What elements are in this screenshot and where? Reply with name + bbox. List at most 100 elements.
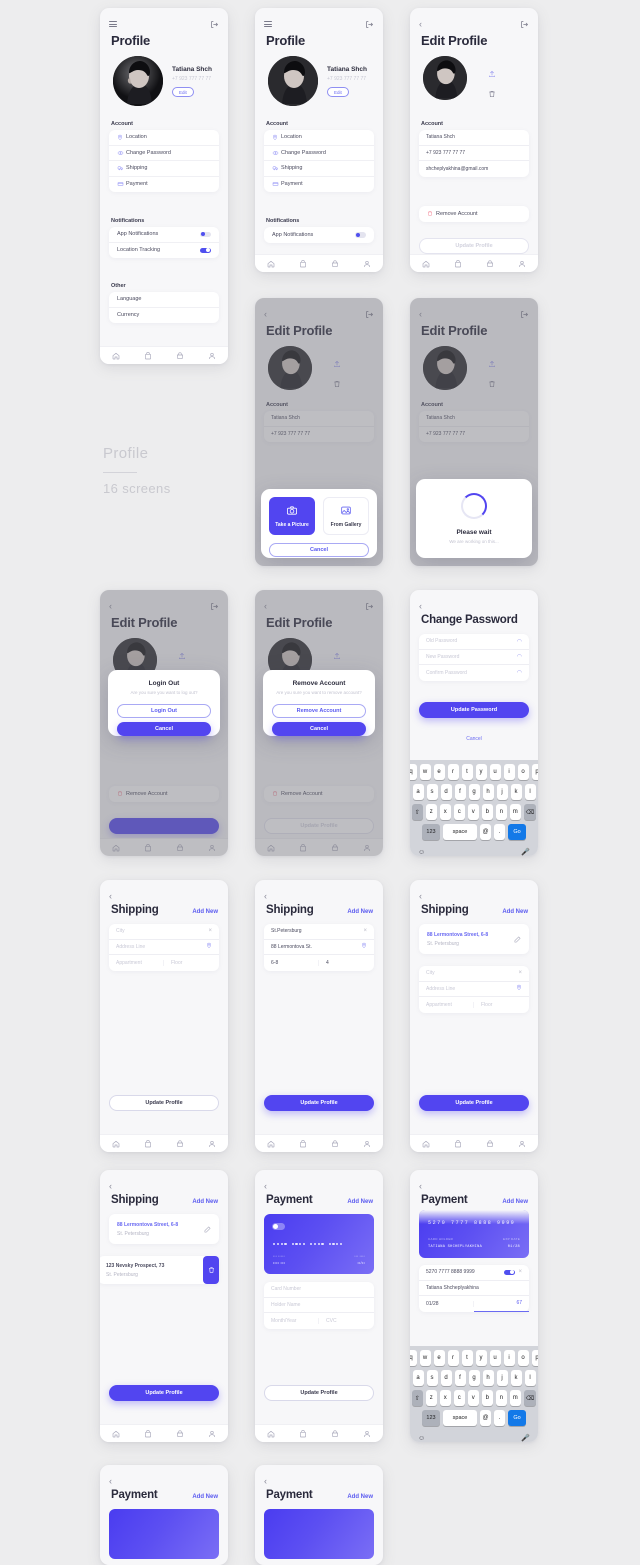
nav-basket-icon[interactable]: [331, 259, 339, 268]
nav-person-icon[interactable]: [363, 1140, 371, 1148]
key-q[interactable]: q: [410, 764, 417, 780]
appartment-field[interactable]: Appartment: [109, 959, 164, 966]
logout-icon[interactable]: [520, 310, 529, 319]
emoji-icon[interactable]: ☺: [418, 1435, 425, 1442]
key-w[interactable]: w: [419, 1350, 431, 1366]
nav-basket-icon[interactable]: [176, 1429, 184, 1438]
key-e[interactable]: e: [433, 1350, 445, 1366]
backspace-icon[interactable]: ⌫: [523, 1390, 537, 1406]
back-icon[interactable]: ‹: [264, 309, 267, 319]
add-new-link[interactable]: Add New: [347, 1199, 373, 1205]
key-r[interactable]: r: [447, 764, 459, 780]
add-new-link[interactable]: Add New: [192, 909, 218, 915]
credit-card-visual[interactable]: [109, 1509, 219, 1559]
logout-confirm-button[interactable]: Login Out: [117, 703, 211, 718]
nav-person-icon[interactable]: [363, 260, 371, 268]
clear-icon[interactable]: ×: [518, 970, 522, 976]
address-item-2[interactable]: 123 Nevsky Prospect, 73 St. Petersburg: [100, 1256, 219, 1284]
update-profile-button[interactable]: Update Profile: [419, 238, 529, 254]
location-tracking-toggle[interactable]: [200, 247, 211, 253]
bottom-nav[interactable]: [410, 1134, 538, 1152]
key-dot[interactable]: .: [494, 824, 505, 840]
nav-basket-icon[interactable]: [331, 1139, 339, 1148]
full-name-field[interactable]: Tatiana Shch: [419, 411, 529, 427]
key-r[interactable]: r: [447, 1350, 459, 1366]
nav-bag-icon[interactable]: [299, 843, 307, 852]
nav-person-icon[interactable]: [518, 1140, 526, 1148]
menu-item-change-password[interactable]: Change Password: [264, 146, 374, 161]
back-icon[interactable]: ‹: [419, 309, 422, 319]
update-profile-button[interactable]: Update Profile: [264, 1385, 374, 1401]
mic-icon[interactable]: 🎤: [521, 1434, 530, 1442]
clear-icon[interactable]: ×: [363, 928, 367, 934]
full-name-field[interactable]: Tatiana Shch: [419, 130, 529, 146]
key-o[interactable]: o: [517, 764, 529, 780]
bottom-nav[interactable]: [100, 838, 228, 856]
key-numbers[interactable]: 123: [422, 824, 440, 840]
card-number-field[interactable]: 5270 7777 8888 9999 ×: [419, 1265, 529, 1281]
key-at[interactable]: @: [480, 1410, 491, 1426]
remove-cancel-button[interactable]: Cancel: [272, 721, 366, 736]
update-profile-button[interactable]: Update Profile: [419, 1095, 529, 1111]
floor-field[interactable]: Floor: [474, 1002, 529, 1008]
logout-icon[interactable]: [520, 20, 529, 29]
holder-name-field[interactable]: Holder Name: [264, 1298, 374, 1313]
key-space[interactable]: space: [443, 824, 477, 840]
screen-remove-account-dialog[interactable]: ‹ Edit Profile Remove Account Update Pro…: [255, 590, 383, 856]
add-new-link[interactable]: Add New: [347, 909, 373, 915]
appartment-field[interactable]: 6-8: [264, 959, 319, 966]
bottom-nav[interactable]: [255, 254, 383, 272]
back-icon[interactable]: ‹: [264, 1476, 267, 1486]
screen-profile-scrolled[interactable]: Profile Tatiana Shch +7 923 777 77 77 Ed…: [255, 8, 383, 272]
menu-item-payment[interactable]: Payment: [109, 177, 219, 193]
address-line-field[interactable]: Address Line: [109, 940, 219, 955]
nav-home-icon[interactable]: [112, 844, 120, 852]
screen-payment-bottom-b[interactable]: ‹ Payment Add New: [255, 1465, 383, 1565]
add-new-link[interactable]: Add New: [192, 1199, 218, 1205]
menu-item-currency[interactable]: Currency: [109, 308, 219, 324]
nav-home-icon[interactable]: [422, 260, 430, 268]
toggle-row-app-notifications[interactable]: App Notifications: [109, 227, 219, 243]
key-a[interactable]: a: [412, 1370, 424, 1386]
nav-bag-icon[interactable]: [299, 1429, 307, 1438]
key-h[interactable]: h: [482, 784, 494, 800]
address-line-field[interactable]: Address Line: [419, 982, 529, 997]
address-item-1[interactable]: 88 Lermontova Street, 6-8 St. Petersburg: [109, 1214, 219, 1244]
clear-icon[interactable]: ×: [208, 928, 212, 934]
eye-icon[interactable]: ◠: [517, 669, 522, 676]
city-field[interactable]: St.Petersburg ×: [264, 924, 374, 940]
key-t[interactable]: t: [461, 764, 473, 780]
key-x[interactable]: x: [439, 1390, 451, 1406]
toggle-row-location-tracking[interactable]: Location Tracking: [109, 243, 219, 259]
saved-address-card[interactable]: 88 Lermontova Street, 6-8 St. Petersburg: [419, 924, 529, 954]
avatar[interactable]: [268, 346, 312, 390]
nav-bag-icon[interactable]: [454, 1139, 462, 1148]
add-new-link[interactable]: Add New: [347, 1494, 373, 1500]
nav-home-icon[interactable]: [267, 844, 275, 852]
phone-field[interactable]: +7 923 777 77 77: [264, 427, 374, 443]
back-icon[interactable]: ‹: [109, 891, 112, 901]
nav-bag-icon[interactable]: [299, 259, 307, 268]
emoji-icon[interactable]: ☺: [418, 849, 425, 856]
menu-item-shipping[interactable]: Shipping: [109, 161, 219, 177]
city-field[interactable]: City ×: [419, 966, 529, 982]
phone-field[interactable]: +7 923 777 77 77: [419, 146, 529, 161]
nav-person-icon[interactable]: [208, 1140, 216, 1148]
photo-source-sheet[interactable]: Take a Picture From Gallery Cancel: [261, 489, 377, 558]
key-j[interactable]: j: [496, 1370, 508, 1386]
screen-payment-empty[interactable]: ‹ Payment Add New ••• ••••• ••• •••• •••…: [255, 1170, 383, 1442]
back-icon[interactable]: ‹: [109, 1476, 112, 1486]
virtual-keyboard[interactable]: q w e r t y u i o p a s d f g h j k l ⇧ …: [410, 760, 538, 856]
update-profile-button[interactable]: Update Profile: [264, 818, 374, 834]
remove-account-dialog[interactable]: Remove Account Are you sure you want to …: [263, 670, 375, 736]
screen-logout-dialog[interactable]: ‹ Edit Profile Remove Account Login Out …: [100, 590, 228, 856]
back-icon[interactable]: ‹: [264, 1181, 267, 1191]
bottom-nav[interactable]: [255, 1134, 383, 1152]
remove-confirm-button[interactable]: Remove Account: [272, 703, 366, 718]
upload-icon[interactable]: [333, 647, 341, 665]
remove-account-row[interactable]: Remove Account: [109, 786, 219, 802]
key-w[interactable]: w: [419, 764, 431, 780]
backspace-icon[interactable]: ⌫: [523, 804, 537, 820]
key-z[interactable]: z: [425, 804, 437, 820]
upload-icon[interactable]: [178, 647, 186, 665]
